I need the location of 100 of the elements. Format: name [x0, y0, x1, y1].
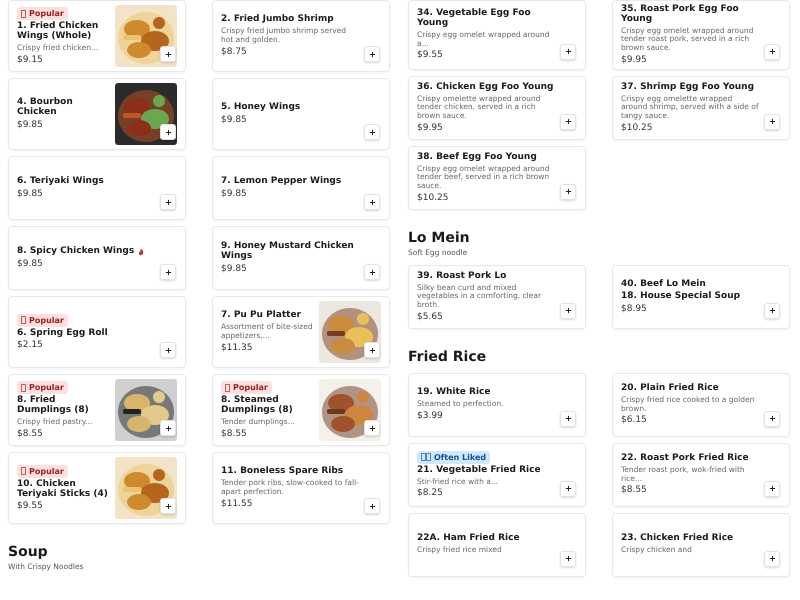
- badge-label: Often Liked: [434, 452, 486, 462]
- badge-label: Popular: [29, 9, 64, 18]
- item-price: $9.55: [17, 501, 43, 512]
- add-button[interactable]: [764, 550, 780, 567]
- item-price: $10.25: [621, 122, 652, 133]
- plus-icon: [768, 118, 776, 126]
- plus-icon: [164, 424, 172, 432]
- badge-label: Popular: [29, 383, 64, 392]
- add-button[interactable]: [364, 124, 380, 140]
- plus-icon: [164, 198, 172, 206]
- item-title: 20. Plain Fried Rice: [621, 384, 719, 394]
- item-price: $9.85: [221, 264, 247, 274]
- plus-icon: [564, 48, 572, 56]
- item-title: 22. Roast Pork Fried Rice: [621, 454, 749, 464]
- badge-label: Popular: [29, 466, 64, 476]
- menu-card[interactable]: Popular 6. Spring Egg Roll $2.15: [8, 296, 186, 368]
- item-title: 6. Teriyaki Wings: [17, 177, 104, 187]
- menu-card[interactable]: 8. Spicy Chicken Wings $9.85: [8, 226, 186, 290]
- menu-card[interactable]: 6. Teriyaki Wings $9.85: [8, 156, 186, 220]
- item-title: 1. Fried Chicken Wings (Whole): [17, 22, 100, 42]
- item-price: $11.35: [221, 342, 252, 353]
- item-title: 39. Roast Pork Lo: [417, 272, 506, 282]
- item-title: 8. Spicy Chicken Wings: [17, 247, 134, 257]
- item-title: 23. Chicken Fried Rice: [621, 534, 734, 544]
- add-button[interactable]: [764, 410, 780, 427]
- item-price: $8.75: [221, 46, 247, 57]
- item-title: 38. Beef Egg Foo Young: [417, 152, 537, 163]
- menu-card[interactable]: Popular 10. Chicken Teriyaki Sticks (4) $9.55: [8, 452, 186, 524]
- section-title: Soup: [8, 544, 48, 560]
- item-title: 2. Fried Jumbo Shrimp: [221, 15, 334, 26]
- add-button[interactable]: [764, 302, 780, 319]
- add-button[interactable]: [560, 410, 576, 427]
- item-title: 8. Steamed Dumplings (8): [221, 396, 294, 416]
- plus-icon: [164, 268, 172, 276]
- add-button[interactable]: [160, 46, 176, 62]
- menu-card[interactable]: 5. Honey Wings $9.85: [212, 78, 390, 150]
- add-button[interactable]: [764, 44, 780, 60]
- item-price: $11.55: [221, 498, 252, 509]
- plus-icon: [368, 50, 376, 58]
- add-button[interactable]: [560, 184, 576, 200]
- add-button[interactable]: [560, 550, 576, 567]
- add-button[interactable]: [560, 302, 576, 319]
- add-button[interactable]: [364, 498, 380, 514]
- item-title: 7. Pu Pu Platter: [221, 311, 301, 322]
- add-button[interactable]: [560, 44, 576, 60]
- item-title: 4. Bourbon Chicken: [17, 98, 74, 118]
- add-button[interactable]: [560, 480, 576, 497]
- menu-card[interactable]: 40. Beef Lo Mein 18. House Special Soup $8.95: [612, 264, 790, 329]
- add-button[interactable]: [364, 420, 380, 436]
- plus-icon: [768, 485, 776, 492]
- add-button[interactable]: [364, 194, 380, 210]
- item-price: $9.95: [417, 122, 443, 133]
- add-button[interactable]: [764, 114, 780, 130]
- add-button[interactable]: [160, 420, 176, 436]
- add-button[interactable]: [364, 264, 380, 280]
- add-button[interactable]: [160, 342, 176, 358]
- menu-card[interactable]: 7. Lemon Pepper Wings $9.85: [212, 156, 390, 220]
- plus-icon: [368, 346, 376, 354]
- item-title: 11. Boneless Spare Ribs: [221, 467, 344, 478]
- item-title: 9. Honey Mustard Chicken Wings: [221, 242, 355, 262]
- plus-icon: [164, 346, 172, 354]
- plus-icon: [564, 415, 572, 422]
- plus-icon: [768, 48, 776, 56]
- item-title: 37. Shrimp Egg Foo Young: [621, 82, 754, 93]
- plus-icon: [564, 555, 572, 562]
- badge-label: Popular: [29, 316, 64, 325]
- plus-icon: [368, 424, 376, 432]
- item-price: $9.85: [17, 120, 43, 130]
- item-title: 40. Beef Lo Mein: [621, 280, 706, 290]
- plus-icon: [564, 188, 572, 196]
- add-button[interactable]: [160, 498, 176, 514]
- item-price: $5.65: [417, 312, 443, 322]
- item-title: 10. Chicken Teriyaki Sticks (4): [17, 480, 109, 500]
- section-title: Lo Mein: [408, 230, 470, 246]
- plus-icon: [564, 485, 572, 492]
- plus-icon: [768, 307, 776, 314]
- item-title: 7. Lemon Pepper Wings: [221, 177, 342, 187]
- item-price: $8.55: [221, 428, 247, 439]
- plus-icon: [564, 307, 572, 314]
- add-button[interactable]: [160, 264, 176, 280]
- item-price: $6.15: [621, 415, 647, 426]
- add-button[interactable]: [160, 194, 176, 210]
- plus-icon: [368, 502, 376, 510]
- add-button[interactable]: [560, 114, 576, 130]
- item-price: $10.25: [417, 192, 448, 203]
- add-button[interactable]: [160, 124, 176, 140]
- add-button[interactable]: [364, 342, 380, 358]
- item-price: $3.99: [417, 410, 443, 421]
- item-price: $9.85: [17, 258, 43, 269]
- item-title: 34. Vegetable Egg Foo Young: [417, 9, 532, 30]
- item-price: $9.85: [17, 188, 43, 199]
- add-button[interactable]: [764, 480, 780, 497]
- item-title: 5. Honey Wings: [221, 103, 300, 113]
- plus-icon: [564, 118, 572, 126]
- menu-card[interactable]: 9. Honey Mustard Chicken Wings $9.85: [212, 226, 390, 290]
- item-price: $8.95: [621, 304, 647, 314]
- item-price: $9.55: [417, 50, 443, 60]
- add-button[interactable]: [364, 46, 380, 62]
- item-title: 22A. Ham Fried Rice: [417, 534, 520, 544]
- menu-card[interactable]: 4. Bourbon Chicken $9.85: [8, 78, 186, 150]
